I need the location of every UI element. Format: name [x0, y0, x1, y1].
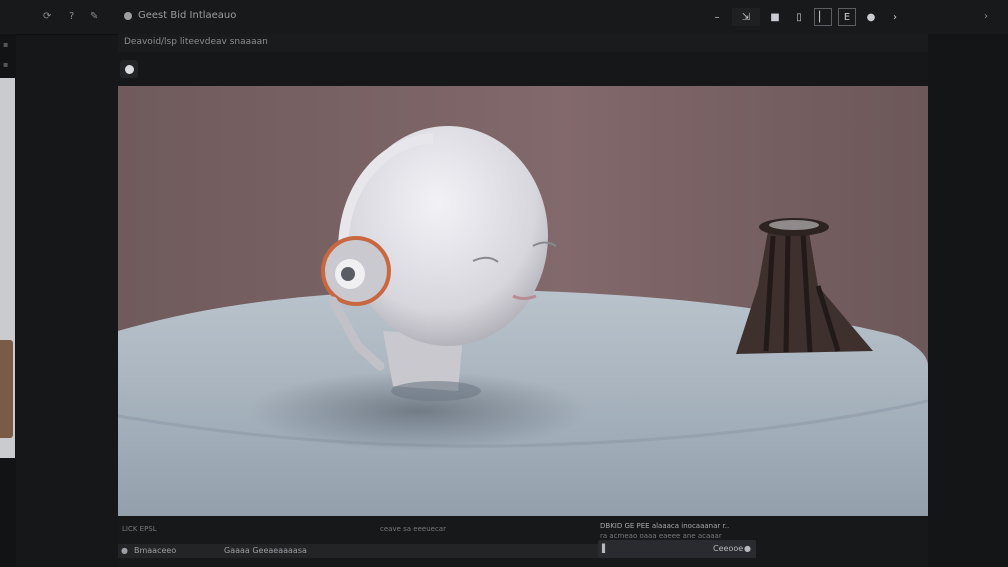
- footer-panel: LICK EPSL ceave sa eeeuecar DBKID GE PEE…: [118, 518, 928, 567]
- footer-text: DBKID GE PEE alaaaca inocaaanar r..: [600, 522, 730, 530]
- panel-icon[interactable]: ▏: [814, 8, 832, 26]
- status-mid: Gaaaa Geeaeaaaasa: [224, 546, 307, 555]
- image-canvas[interactable]: [118, 86, 928, 516]
- canvas-toolbar: [118, 56, 928, 84]
- zoom-handle-icon[interactable]: ▌: [602, 544, 608, 553]
- path-bar: Deavoid/lsp liteevdeav snaaaan: [118, 34, 928, 52]
- expand-icon[interactable]: ⇲: [732, 8, 760, 26]
- frame-icon[interactable]: ▯: [790, 8, 808, 26]
- breadcrumb[interactable]: Deavoid/lsp liteevdeav snaaaan: [124, 37, 268, 47]
- menu-icon[interactable]: –: [708, 8, 726, 26]
- status-dot-icon: ●: [121, 546, 128, 555]
- window-title-text: Geest Bid Intlaeauo: [138, 10, 237, 21]
- footer-text: ceave sa eeeuecar: [380, 525, 446, 533]
- footer-text: ra acmeao oaaa eaeee ane acaaar: [600, 532, 722, 540]
- window-title: Geest Bid Intlaeauo: [124, 10, 236, 21]
- app-logo-icon: [124, 11, 132, 20]
- rendered-image: [118, 86, 928, 516]
- toolbar-actions: – ⇲ ■ ▯ ▏ E ● ›: [708, 8, 904, 26]
- status-left: Bmaaceeo: [134, 546, 177, 555]
- square-icon[interactable]: ■: [766, 8, 784, 26]
- left-marker-icon: ▪: [3, 60, 9, 69]
- right-panel: [928, 34, 1008, 567]
- layout-icon[interactable]: E: [838, 8, 856, 26]
- more-icon[interactable]: ›: [886, 8, 904, 26]
- left-panel: ▪ ▪: [0, 34, 16, 567]
- eye-icon[interactable]: [120, 60, 138, 78]
- brush-icon[interactable]: ●: [862, 8, 880, 26]
- top-toolbar: ⟳ ? ✎ Geest Bid Intlaeauo – ⇲ ■ ▯ ▏ E ● …: [0, 0, 1008, 35]
- zoom-control[interactable]: ▌ Ceeooe ●: [598, 540, 756, 558]
- footer-text: LICK EPSL: [122, 525, 157, 533]
- zoom-label: Ceeooe: [713, 544, 744, 553]
- edit-icon[interactable]: ✎: [90, 11, 98, 23]
- refresh-icon[interactable]: ⟳: [43, 11, 51, 23]
- zoom-icon[interactable]: ●: [744, 544, 751, 553]
- left-marker-icon: ▪: [3, 40, 9, 49]
- forward-icon[interactable]: ›: [984, 11, 988, 23]
- thumbnail[interactable]: [0, 340, 13, 438]
- help-icon[interactable]: ?: [69, 11, 74, 23]
